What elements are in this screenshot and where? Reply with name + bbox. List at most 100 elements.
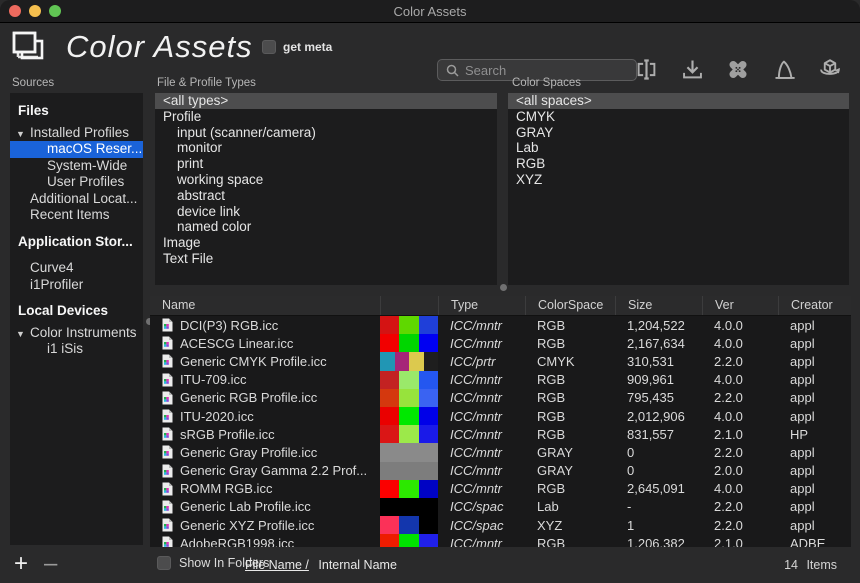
sidebar-item[interactable]: Local Devices — [10, 303, 143, 320]
search-input[interactable] — [465, 63, 628, 78]
space-list-item[interactable]: CMYK — [508, 109, 849, 125]
sidebar-item[interactable]: Additional Locat... — [10, 191, 143, 208]
type-list-item[interactable]: working space — [155, 172, 497, 188]
table-row[interactable]: Generic XYZ Profile.icc ICC/spac XYZ 1 2… — [150, 516, 851, 534]
profile-type: ICC/spac — [438, 498, 525, 516]
column-header-size[interactable]: Size — [615, 296, 702, 315]
column-header-colorspace[interactable]: ColorSpace — [525, 296, 615, 315]
profile-version: 2.2.0 — [702, 498, 778, 516]
sidebar-item[interactable]: User Profiles — [10, 174, 143, 191]
table-row[interactable]: ITU-709.icc ICC/mntr RGB 909,961 4.0.0 a… — [150, 371, 851, 389]
gamut-curve-icon[interactable] — [770, 55, 798, 83]
color-swatch — [380, 407, 438, 425]
types-label: File & Profile Types — [157, 77, 256, 89]
compare-width-icon[interactable] — [632, 55, 660, 83]
profile-size: 1 — [615, 516, 702, 534]
space-list-item[interactable]: Lab — [508, 140, 849, 156]
profile-creator: appl — [778, 352, 851, 370]
sidebar-item[interactable]: Application Stor... — [10, 234, 143, 251]
sidebar-item[interactable]: i1Profiler — [10, 277, 143, 294]
get-meta-checkbox[interactable] — [262, 40, 276, 54]
cube-3d-icon[interactable] — [816, 55, 844, 83]
type-list-item[interactable]: input (scanner/camera) — [155, 125, 497, 141]
table-row[interactable]: ACESCG Linear.icc ICC/mntr RGB 2,167,634… — [150, 334, 851, 352]
column-header-ver[interactable]: Ver — [702, 296, 778, 315]
table-row[interactable]: Generic Lab Profile.icc ICC/spac Lab - 2… — [150, 498, 851, 516]
profile-colorspace: RGB — [525, 389, 615, 407]
remove-button[interactable]: – — [44, 550, 57, 578]
sort-by-file-name[interactable]: File Name / — [245, 558, 309, 572]
sidebar-item[interactable]: Color Instruments — [10, 325, 143, 342]
profile-creator: appl — [778, 371, 851, 389]
profile-creator: HP — [778, 425, 851, 443]
table-row[interactable]: DCI(P3) RGB.icc ICC/mntr RGB 1,204,522 4… — [150, 316, 851, 334]
sidebar-item[interactable]: macOS Reser... — [10, 141, 143, 158]
download-icon[interactable] — [678, 55, 706, 83]
profile-type: ICC/mntr — [438, 371, 525, 389]
profiles-table: Name Type ColorSpace Size Ver Creator — [150, 296, 851, 547]
profile-document-icon — [162, 427, 173, 441]
sources-label: Sources — [12, 77, 54, 89]
type-list-item[interactable]: monitor — [155, 140, 497, 156]
profile-version: 2.2.0 — [702, 443, 778, 461]
table-row[interactable]: ITU-2020.icc ICC/mntr RGB 2,012,906 4.0.… — [150, 407, 851, 425]
sidebar-item[interactable]: Installed Profiles — [10, 125, 143, 142]
table-row[interactable]: ROMM RGB.icc ICC/mntr RGB 2,645,091 4.0.… — [150, 480, 851, 498]
profile-name: DCI(P3) RGB.icc — [180, 318, 278, 333]
type-list-item[interactable]: <all types> — [155, 93, 497, 109]
app-window: Color Assets Color Assets get meta — [0, 0, 860, 583]
profile-version: 2.2.0 — [702, 352, 778, 370]
sidebar-item[interactable]: Curve4 — [10, 260, 143, 277]
profile-size: 1,204,522 — [615, 316, 702, 334]
type-list-item[interactable]: Text File — [155, 251, 497, 267]
table-row[interactable]: sRGB Profile.icc ICC/mntr RGB 831,557 2.… — [150, 425, 851, 443]
sidebar-item[interactable]: Files — [10, 103, 143, 120]
column-header-name[interactable]: Name — [150, 296, 380, 315]
profile-colorspace: RGB — [525, 407, 615, 425]
space-list-item[interactable]: <all spaces> — [508, 93, 849, 109]
profile-type: ICC/mntr — [438, 480, 525, 498]
show-in-folders-checkbox[interactable] — [157, 556, 171, 570]
type-list-item[interactable]: device link — [155, 204, 497, 220]
space-list-item[interactable]: XYZ — [508, 172, 849, 188]
type-list-item[interactable]: Image — [155, 235, 497, 251]
table-row[interactable]: Generic RGB Profile.icc ICC/mntr RGB 795… — [150, 389, 851, 407]
sidebar-item[interactable]: System-Wide — [10, 158, 143, 175]
sidebar-item[interactable]: Recent Items — [10, 207, 143, 224]
splitter-handle-horizontal[interactable] — [500, 284, 507, 291]
space-list-item[interactable]: RGB — [508, 156, 849, 172]
profile-creator: appl — [778, 389, 851, 407]
profile-type: ICC/spac — [438, 516, 525, 534]
type-list-item[interactable]: Profile — [155, 109, 497, 125]
table-row[interactable]: Generic CMYK Profile.icc ICC/prtr CMYK 3… — [150, 352, 851, 370]
space-list-item[interactable]: GRAY — [508, 125, 849, 141]
column-header-type[interactable]: Type — [438, 296, 525, 315]
profile-document-icon — [162, 518, 173, 532]
table-row[interactable]: Generic Gray Profile.icc ICC/mntr GRAY 0… — [150, 443, 851, 461]
profile-colorspace: XYZ — [525, 516, 615, 534]
sort-by-internal-name[interactable]: Internal Name — [318, 558, 397, 572]
type-list-item[interactable]: print — [155, 156, 497, 172]
column-header-creator[interactable]: Creator — [778, 296, 851, 315]
search-icon — [446, 64, 459, 77]
add-button[interactable]: + — [14, 550, 28, 578]
profile-document-icon — [162, 354, 173, 368]
profile-creator: ADBE — [778, 534, 851, 547]
profile-size: 0 — [615, 443, 702, 461]
profile-size: 1,206,382 — [615, 534, 702, 547]
table-row[interactable]: AdobeRGB1998.icc ICC/mntr RGB 1,206,382 … — [150, 534, 851, 547]
color-swatch — [380, 389, 438, 407]
sidebar-item[interactable]: i1 iSis — [10, 341, 143, 358]
profile-document-icon — [162, 409, 173, 423]
profile-version: 2.0.0 — [702, 462, 778, 480]
profile-version: 2.1.0 — [702, 534, 778, 547]
spaces-label: Color Spaces — [512, 77, 581, 89]
bandage-icon[interactable] — [724, 55, 752, 83]
table-row[interactable]: Generic Gray Gamma 2.2 Prof... ICC/mntr … — [150, 462, 851, 480]
column-header-swatch[interactable] — [380, 296, 438, 315]
profile-name: Generic Gray Gamma 2.2 Prof... — [180, 463, 367, 478]
profile-document-icon — [162, 464, 173, 478]
window-title: Color Assets — [0, 4, 860, 19]
type-list-item[interactable]: abstract — [155, 188, 497, 204]
type-list-item[interactable]: named color — [155, 219, 497, 235]
